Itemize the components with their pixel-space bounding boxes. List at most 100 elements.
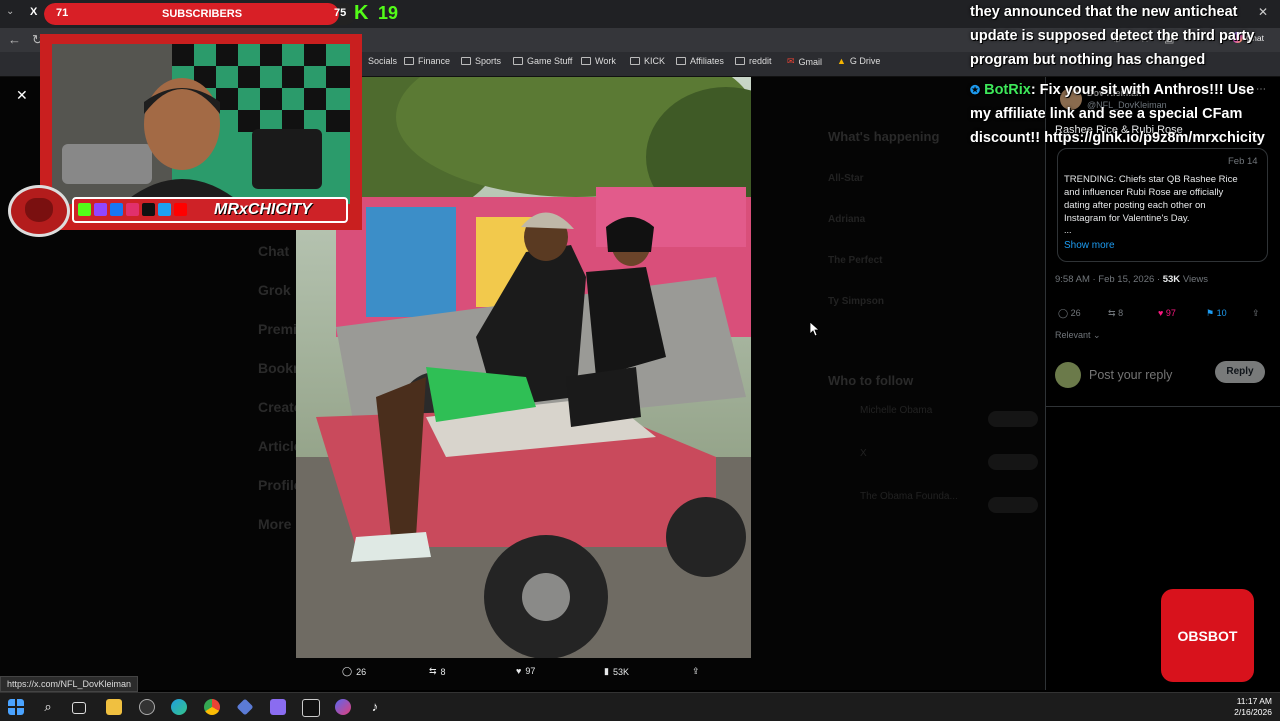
reply-composer: Reply <box>1045 350 1280 407</box>
bookmark-work[interactable]: Work <box>581 56 616 66</box>
bookmark-button[interactable]: ⚑ 10 <box>1206 308 1227 319</box>
post-photo[interactable] <box>296 77 751 658</box>
folder-icon <box>461 57 471 65</box>
repost-count: 8 <box>440 666 446 677</box>
share-icon: ⇪ <box>692 666 700 676</box>
reply-count: 26 <box>356 666 367 677</box>
x-tab-icon[interactable]: X <box>30 6 37 18</box>
tiktok-taskbar-icon[interactable]: ♪ <box>367 699 383 715</box>
back-icon[interactable]: ← <box>8 32 21 47</box>
app-icon[interactable] <box>236 698 254 716</box>
bookmark-kick[interactable]: KICK <box>630 56 665 66</box>
subscriber-goal-bar: 71 SUBSCRIBERS 75 <box>44 3 356 25</box>
bookmark-label: Work <box>595 56 616 66</box>
obs-icon[interactable] <box>139 699 155 715</box>
system-clock[interactable]: 11:17 AM 2/16/2026 <box>1234 696 1272 718</box>
ghost-trend-2: Adriana <box>828 214 866 225</box>
media-share-button[interactable]: ⇪ <box>692 666 700 677</box>
chat-message-2: ✪ BotRix: Fix your sit with Anthros!!! U… <box>970 78 1270 150</box>
bookmark-gmail[interactable]: ✉ Gmail <box>787 56 822 67</box>
media-like-button[interactable]: ♥ 97 <box>516 666 535 676</box>
user-avatar <box>1055 362 1081 388</box>
show-more-link[interactable]: Show more <box>1064 240 1115 251</box>
bookmark-finance[interactable]: Finance <box>404 56 450 66</box>
heart-icon: ♥ <box>516 666 522 676</box>
folder-icon <box>404 57 414 65</box>
quote-ellipsis: ... <box>1064 225 1072 235</box>
repost-count: 8 <box>1118 308 1124 318</box>
search-icon[interactable]: ⌕ <box>40 699 56 715</box>
bookmark-g-drive[interactable]: ▲ G Drive <box>837 56 880 66</box>
ghost-follow-3: The Obama Founda... <box>860 491 958 502</box>
ghost-follow-heading: Who to follow <box>828 373 914 388</box>
bookmark-affiliates[interactable]: Affiliates <box>676 56 724 66</box>
bookmark-sports[interactable]: Sports <box>461 56 501 66</box>
sponsor-logo: OBSBOT <box>1161 589 1254 682</box>
chrome-icon[interactable] <box>204 699 220 715</box>
task-view-icon[interactable] <box>72 702 86 714</box>
reply-input[interactable] <box>1087 364 1211 386</box>
bookmark-label: Socials <box>368 56 398 66</box>
media-views-button[interactable]: ▮ 53K <box>604 666 629 677</box>
file-explorer-icon[interactable] <box>106 699 122 715</box>
bookmark-label: Game Stuff <box>527 56 573 66</box>
repost-icon: ⇆ <box>429 666 437 676</box>
like-count: 97 <box>525 666 536 676</box>
bookmark-reddit[interactable]: reddit <box>735 56 772 66</box>
messenger-icon[interactable] <box>335 699 351 715</box>
sort-dropdown[interactable]: Relevant ⌄ <box>1055 330 1101 341</box>
ghost-follow-button <box>988 454 1038 470</box>
twitter-icon <box>158 203 171 216</box>
bull-icon <box>25 198 53 222</box>
subscriber-goal: 75 <box>334 7 347 19</box>
subscriber-current: 71 <box>56 7 69 19</box>
close-media-icon[interactable]: ✕ <box>16 87 28 104</box>
reply-button[interactable]: ◯ 26 <box>1058 308 1081 319</box>
ghost-trends-heading: What's happening <box>828 129 940 144</box>
tab-list-chevron-icon[interactable]: ⌄ <box>6 6 14 17</box>
post-meta: 9:58 AM · Feb 15, 2026 · 53K Views <box>1055 274 1208 285</box>
streamer-logo-icon <box>8 185 70 237</box>
windows-taskbar: ⌕ ♪ 11:17 AM 2/16/2026 <box>0 692 1280 721</box>
bookmark-label: reddit <box>749 56 772 66</box>
bookmark-label: KICK <box>644 56 666 66</box>
folder-icon <box>676 57 686 65</box>
drive-icon: ▲ <box>837 56 846 66</box>
post-timestamp[interactable]: 9:58 AM · Feb 15, 2026 · <box>1055 274 1160 285</box>
share-button[interactable]: ⇪ <box>1252 308 1260 319</box>
media-repost-button[interactable]: ⇆ 8 <box>429 666 446 677</box>
streamdeck-icon[interactable] <box>302 699 320 717</box>
status-url: https://x.com/NFL_DovKleiman <box>0 676 139 692</box>
bookmark-label: Finance <box>418 56 451 66</box>
kick-icon <box>78 203 91 216</box>
media-action-bar: ◯ 26 ⇆ 8 ♥ 97 ▮ 53K ⇪ <box>296 662 751 686</box>
social-icons <box>78 203 187 216</box>
bookmark-label: Sports <box>475 56 502 66</box>
chat-message-1: they announced that the new anticheat up… <box>970 4 1255 68</box>
ghost-nav-more: More <box>258 516 292 532</box>
bookmark-game-stuff[interactable]: Game Stuff <box>513 56 572 66</box>
grid-app-icon[interactable] <box>270 699 286 715</box>
start-icon[interactable] <box>8 699 24 715</box>
folder-icon <box>581 57 591 65</box>
folder-icon <box>630 57 640 65</box>
chevron-down-icon: ⌄ <box>1090 330 1101 340</box>
reply-button-submit[interactable]: Reply <box>1215 361 1265 383</box>
mouse-cursor-icon <box>810 322 820 336</box>
edge-icon[interactable] <box>171 699 187 715</box>
bookmark-label: Affiliates <box>690 56 724 66</box>
share-icon: ⇪ <box>1252 308 1260 318</box>
streamer-name: MRxCHICITY <box>214 201 312 218</box>
like-button[interactable]: ♥ 97 <box>1158 308 1176 318</box>
quoted-post-card[interactable]: Feb 14 TRENDING: Chiefs star QB Rashee R… <box>1057 148 1268 262</box>
media-reply-button[interactable]: ◯ 26 <box>342 666 366 677</box>
clock-date: 2/16/2026 <box>1234 707 1272 717</box>
ghost-trend-3: The Perfect <box>828 255 883 266</box>
instagram-icon <box>126 203 139 216</box>
repost-icon: ⇆ <box>1108 308 1116 318</box>
reply-icon: ◯ <box>342 666 353 676</box>
bookmark-label: G Drive <box>849 56 881 66</box>
streamer-nameplate: MRxCHICITY <box>72 197 348 223</box>
kick-count: 19 <box>378 3 399 23</box>
repost-button[interactable]: ⇆ 8 <box>1108 308 1123 319</box>
